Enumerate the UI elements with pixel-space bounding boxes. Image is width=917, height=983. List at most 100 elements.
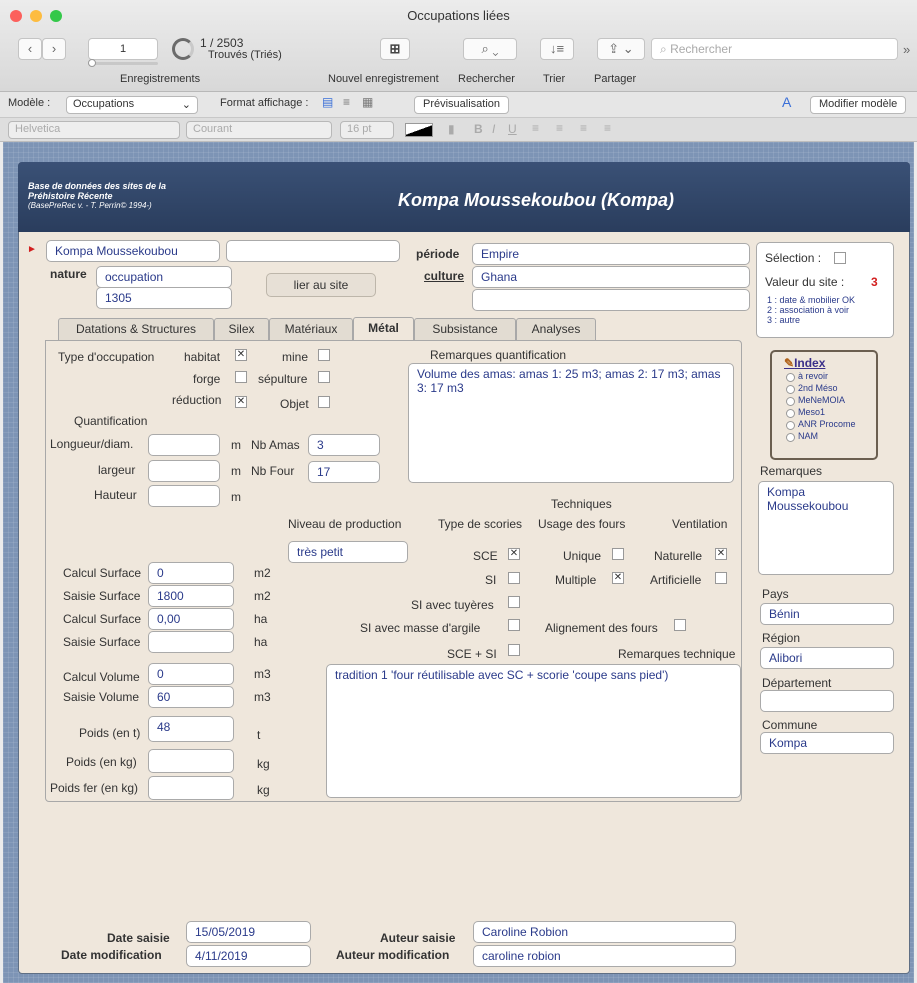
record-slider-thumb[interactable] — [88, 59, 96, 67]
nature-code-field[interactable]: 1305 — [96, 287, 232, 309]
site-name-extra-field[interactable] — [226, 240, 400, 262]
new-record-icon[interactable]: ⊞ — [380, 38, 410, 60]
unique-checkbox[interactable] — [612, 548, 624, 560]
toolbar-overflow-icon[interactable]: » — [903, 42, 910, 57]
align-left-icon[interactable]: ≡ — [532, 121, 539, 135]
model-select[interactable]: Occupations ⌄ — [66, 96, 198, 114]
search-mode-icon[interactable]: ⌕ ⌄ — [463, 38, 517, 60]
si-tuyeres-checkbox[interactable] — [508, 596, 520, 608]
calc-surface-m2-field[interactable]: 0 — [148, 562, 234, 584]
align-center-icon[interactable]: ≡ — [556, 121, 563, 135]
index-radio-6[interactable] — [786, 433, 795, 442]
largeur-field[interactable] — [148, 460, 220, 482]
remarques-tech-field[interactable]: tradition 1 'four réutilisable avec SC +… — [326, 664, 741, 798]
hauteur-field[interactable] — [148, 485, 220, 507]
preview-button[interactable]: Prévisualisation — [414, 96, 510, 114]
si-checkbox[interactable] — [508, 572, 520, 584]
link-site-button[interactable]: lier au site — [266, 273, 376, 297]
sce-checkbox[interactable]: ✕ — [508, 548, 520, 560]
tab-silex[interactable]: Silex — [214, 318, 269, 340]
objet-checkbox[interactable] — [318, 396, 330, 408]
next-record-button[interactable]: › — [42, 38, 66, 60]
auteur-saisie-field[interactable]: Caroline Robion — [473, 921, 736, 943]
align-justify-icon[interactable]: ≡ — [604, 121, 611, 135]
departement-field[interactable] — [760, 690, 894, 712]
record-slider[interactable] — [88, 62, 158, 65]
type-occupation-label: Type d'occupation — [58, 350, 155, 364]
calc-volume-field[interactable]: 0 — [148, 663, 234, 685]
poids-fer-field[interactable] — [148, 776, 234, 800]
modify-layout-button[interactable]: Modifier modèle — [810, 96, 907, 114]
mine-checkbox[interactable] — [318, 349, 330, 361]
new-record-label[interactable]: Nouvel enregistrement — [328, 73, 439, 85]
align-right-icon[interactable]: ≡ — [580, 121, 587, 135]
tab-analyses[interactable]: Analyses — [516, 318, 596, 340]
si-argile-checkbox[interactable] — [508, 619, 520, 631]
nb-four-field[interactable]: 17 — [308, 461, 380, 483]
poids-t-field[interactable]: 48 — [148, 716, 234, 742]
highlight-icon[interactable]: ▮ — [448, 122, 455, 136]
culture-extra-field[interactable] — [472, 289, 750, 311]
italic-icon[interactable]: I — [492, 122, 495, 136]
previous-record-button[interactable]: ‹ — [18, 38, 42, 60]
tab-materiaux[interactable]: Matériaux — [269, 318, 353, 340]
site-name-field[interactable]: Kompa Moussekoubou — [46, 240, 220, 262]
search-label[interactable]: Rechercher — [458, 73, 515, 85]
niveau-field[interactable]: très petit — [288, 541, 408, 563]
font-select[interactable]: Helvetica — [8, 121, 180, 139]
text-format-icon[interactable]: A — [782, 94, 791, 110]
selection-checkbox[interactable] — [834, 252, 846, 264]
multiple-checkbox[interactable]: ✕ — [612, 572, 624, 584]
pays-field[interactable]: Bénin — [760, 603, 894, 625]
sort-label[interactable]: Trier — [543, 73, 565, 85]
region-field[interactable]: Alibori — [760, 647, 894, 669]
size-select[interactable]: 16 pt — [340, 121, 394, 139]
periode-field[interactable]: Empire — [472, 243, 750, 265]
list-view-icon[interactable]: ≡ — [343, 95, 350, 109]
saisie-volume-field[interactable]: 60 — [148, 686, 234, 708]
index-radio-1[interactable] — [786, 373, 795, 382]
alignement-checkbox[interactable] — [674, 619, 686, 631]
habitat-checkbox[interactable]: ✕ — [235, 349, 247, 361]
index-radio-4[interactable] — [786, 409, 795, 418]
index-radio-5[interactable] — [786, 421, 795, 430]
commune-field[interactable]: Kompa — [760, 732, 894, 754]
tab-subsistance[interactable]: Subsistance — [414, 318, 516, 340]
longueur-field[interactable] — [148, 434, 220, 456]
bold-icon[interactable]: B — [474, 122, 483, 136]
remarques-quant-field[interactable]: Volume des amas: amas 1: 25 m3; amas 2: … — [408, 363, 734, 483]
remarques-field[interactable]: Kompa Moussekoubou — [758, 481, 894, 575]
index-radio-3[interactable] — [786, 397, 795, 406]
color-swatch-icon[interactable] — [405, 123, 433, 137]
sort-icon[interactable]: ↓≡ — [540, 38, 574, 60]
calc-surface-ha-field[interactable]: 0,00 — [148, 608, 234, 630]
nature-field[interactable]: occupation — [96, 266, 232, 288]
date-modif-field[interactable]: 4/11/2019 — [186, 945, 311, 967]
table-view-icon[interactable]: ▦ — [362, 95, 373, 109]
share-icon[interactable]: ⇪ ⌄ — [597, 38, 645, 60]
saisie-surface-ha-field[interactable] — [148, 631, 234, 653]
sepulture-checkbox[interactable] — [318, 371, 330, 383]
style-select[interactable]: Courant — [186, 121, 332, 139]
search-input[interactable]: ⌕ Rechercher — [651, 38, 898, 60]
sce-si-checkbox[interactable] — [508, 644, 520, 656]
naturelle-checkbox[interactable]: ✕ — [715, 548, 727, 560]
form-view-icon[interactable]: ▤ — [322, 95, 333, 109]
poids-kg-field[interactable] — [148, 749, 234, 773]
record-number-field[interactable]: 1 — [88, 38, 158, 60]
share-label[interactable]: Partager — [594, 73, 636, 85]
db-credit: (BasePreRec v. - T. Perrin© 1994-) — [28, 201, 152, 210]
culture-field[interactable]: Ghana — [472, 266, 750, 288]
date-saisie-field[interactable]: 15/05/2019 — [186, 921, 311, 943]
artificielle-checkbox[interactable] — [715, 572, 727, 584]
forge-checkbox[interactable] — [235, 371, 247, 383]
nb-amas-field[interactable]: 3 — [308, 434, 380, 456]
auteur-modif-field[interactable]: caroline robion — [473, 945, 736, 967]
reduction-checkbox[interactable]: ✕ — [235, 396, 247, 408]
index-radio-2[interactable] — [786, 385, 795, 394]
tab-datations[interactable]: Datations & Structures — [58, 318, 214, 340]
tab-metal[interactable]: Métal — [353, 317, 414, 341]
saisie-surface-m2-field[interactable]: 1800 — [148, 585, 234, 607]
culture-label[interactable]: culture — [424, 269, 464, 283]
underline-icon[interactable]: U — [508, 122, 517, 136]
